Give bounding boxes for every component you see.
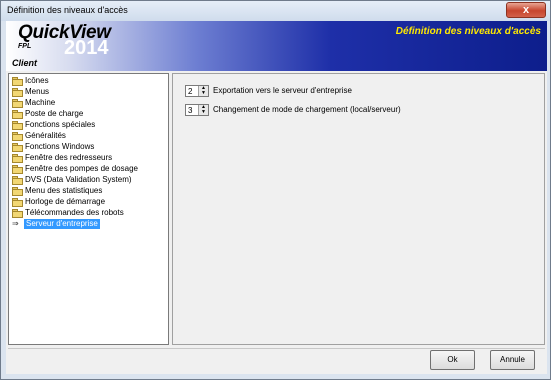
folder-icon — [12, 187, 23, 196]
folder-icon — [12, 154, 23, 163]
window-title: Définition des niveaux d'accès — [7, 5, 128, 15]
tree-item-label: Horloge de démarrage — [25, 197, 106, 206]
folder-icon — [12, 143, 23, 152]
access-level-value: 2 — [188, 87, 193, 96]
setting-label: Exportation vers le serveur d'entreprise — [213, 86, 352, 95]
tree-item-label: Généralités — [25, 131, 66, 140]
setting-label: Changement de mode de chargement (local/… — [213, 105, 401, 114]
stepper-buttons: ▲ ▼ — [198, 105, 208, 115]
category-tree: Icônes Menus Machine Poste de charge Fon… — [8, 73, 169, 345]
folder-icon — [12, 99, 23, 108]
arrow-icon: ⇒ — [12, 219, 19, 228]
folder-icon — [12, 121, 23, 130]
access-level-stepper[interactable]: 3 ▲ ▼ — [185, 104, 209, 116]
tree-item-label: DVS (Data Validation System) — [25, 175, 132, 184]
tree-item-label: Fenêtre des redresseurs — [25, 153, 113, 162]
logo-client: Client — [12, 58, 38, 68]
tree-item-label: Menus — [25, 87, 50, 96]
dialog-window: Définition des niveaux d'accès x QuickVi… — [0, 0, 551, 380]
divider — [8, 348, 545, 349]
access-level-value: 3 — [188, 106, 193, 115]
folder-icon — [12, 77, 23, 86]
close-icon: x — [522, 4, 530, 16]
folder-icon — [12, 110, 23, 119]
tree-item-label: Poste de charge — [25, 109, 84, 118]
ok-button[interactable]: Ok — [430, 350, 475, 370]
access-level-stepper[interactable]: 2 ▲ ▼ — [185, 85, 209, 97]
folder-icon — [12, 176, 23, 185]
content-area: Icônes Menus Machine Poste de charge Fon… — [6, 71, 547, 374]
tree-item-label: Menu des statistiques — [25, 186, 103, 195]
folder-icon — [12, 165, 23, 174]
tree-item-label: Fenêtre des pompes de dosage — [25, 164, 138, 173]
settings-panel: 2 ▲ ▼ Exportation vers le serveur d'entr… — [172, 73, 545, 345]
tree-item-label: Machine — [25, 98, 56, 107]
tree-item-label: Icônes — [25, 76, 49, 85]
folder-icon — [12, 132, 23, 141]
tree-item-label: Télécommandes des robots — [25, 208, 124, 217]
header-banner: QuickView FPL 2014 Client Définition des… — [6, 21, 547, 71]
stepper-buttons: ▲ ▼ — [198, 86, 208, 96]
folder-icon — [12, 209, 23, 218]
tree-item-label: Serveur d'entreprise — [24, 219, 100, 229]
stepper-down-icon[interactable]: ▼ — [199, 91, 208, 96]
title-bar[interactable]: Définition des niveaux d'accès x — [1, 1, 550, 21]
tree-item-label: Fonctions Windows — [25, 142, 95, 151]
folder-icon — [12, 88, 23, 97]
logo-year: 2014 — [64, 37, 109, 59]
stepper-down-icon[interactable]: ▼ — [199, 110, 208, 115]
banner-heading: Définition des niveaux d'accès — [395, 26, 541, 37]
close-button[interactable]: x — [506, 2, 546, 18]
logo-fpl: FPL — [18, 43, 32, 50]
cancel-button[interactable]: Annule — [490, 350, 535, 370]
tree-item-label: Fonctions spéciales — [25, 120, 96, 129]
folder-icon — [12, 198, 23, 207]
